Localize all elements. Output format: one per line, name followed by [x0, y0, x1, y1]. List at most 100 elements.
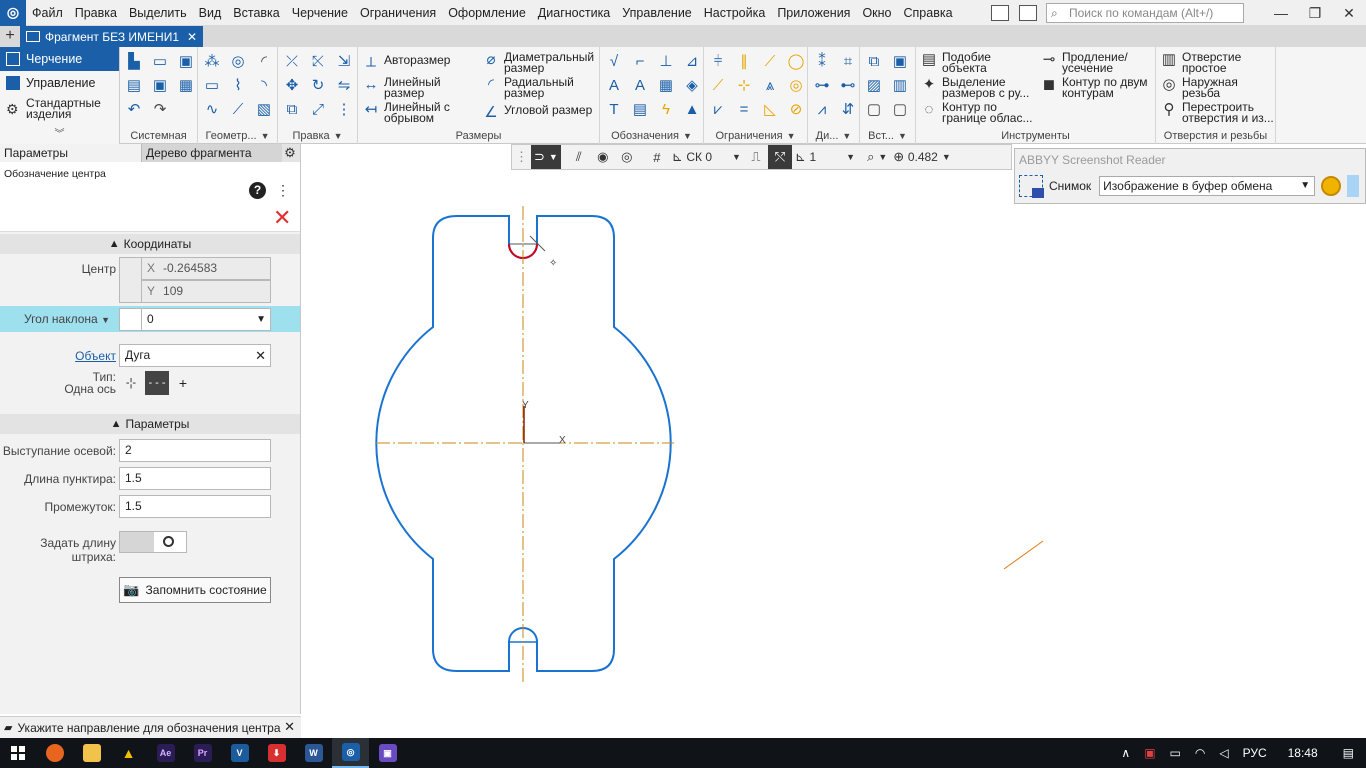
volume-icon[interactable]: ◁	[1219, 746, 1228, 760]
save-as-icon[interactable]: ▣	[150, 75, 170, 95]
view-arrow-icon[interactable]: ▲	[682, 99, 702, 119]
equal-icon[interactable]: =	[734, 99, 754, 119]
menu-help[interactable]: Справка	[898, 0, 959, 26]
taskbar-kompas[interactable]: ◎	[332, 738, 369, 768]
similar-object-button[interactable]: ▤ Подобие объекта	[920, 51, 1038, 74]
menu-diagnostics[interactable]: Диагностика	[532, 0, 616, 26]
rectangle-icon[interactable]: ▭	[202, 75, 222, 95]
mirror-icon[interactable]: ⇋	[334, 75, 354, 95]
angular-dimension-button[interactable]: ∠ Угловой размер	[482, 104, 600, 123]
layer-select[interactable]: ⊾ 1 ▼	[792, 145, 858, 169]
insert-macro-icon[interactable]: ▢	[890, 99, 910, 119]
table-icon[interactable]: ▦	[656, 75, 676, 95]
grid-icon[interactable]: ▤	[630, 99, 650, 119]
mode-manage[interactable]: Управление	[0, 71, 119, 95]
object-field[interactable]: Дуга ✕	[119, 344, 271, 367]
select-dims-button[interactable]: ✦ Выделение размеров с ру...	[920, 76, 1038, 99]
taskbar-word[interactable]: W	[295, 738, 332, 768]
menu-drawing[interactable]: Черчение	[286, 0, 354, 26]
radial-dimension-button[interactable]: ◜ Радиальный размер	[482, 76, 600, 99]
zoom-select[interactable]: ⊕ 0.482 ▼	[890, 145, 953, 169]
hatch-icon[interactable]: ▧	[254, 99, 274, 119]
object-link[interactable]: Объект	[75, 349, 116, 363]
segment-icon[interactable]: ⟋	[228, 99, 248, 119]
tray-app-icon[interactable]: ▣	[1144, 746, 1155, 760]
mode-drawing[interactable]: Черчение	[0, 47, 119, 71]
minimize-button[interactable]: —	[1264, 0, 1298, 26]
ortho-icon[interactable]: ⫽	[567, 145, 591, 169]
angle-constraint-icon[interactable]: ◺	[760, 99, 780, 119]
command-search-input[interactable]: ⌕ Поиск по командам (Alt+/)	[1046, 3, 1244, 23]
marker-icon[interactable]: ◈	[682, 75, 702, 95]
angle-pick-button[interactable]	[119, 308, 143, 331]
taskbar-screenshot[interactable]: ▣	[369, 738, 406, 768]
undo-icon[interactable]: ↶	[124, 99, 144, 119]
mass-icon[interactable]: ⊷	[838, 75, 858, 95]
area-icon[interactable]: ⌗	[838, 51, 858, 71]
gap-field[interactable]: 1.5	[119, 495, 271, 518]
split-icon[interactable]: ⤪	[308, 51, 328, 71]
perpendicular-icon[interactable]: ⟋	[708, 75, 728, 95]
settings-gear-icon[interactable]	[1321, 176, 1342, 196]
close-window-button[interactable]: ✕	[1332, 0, 1366, 26]
taskbar-download[interactable]: ⬇	[258, 738, 295, 768]
linear-dimension-button[interactable]: ↔ Линейный размер	[362, 76, 472, 99]
drawing-canvas[interactable]: X Y ✧	[302, 144, 1366, 738]
document-tab[interactable]: Фрагмент БЕЗ ИМЕНИ1 ✕	[20, 26, 204, 47]
tangent-icon[interactable]: ◯	[786, 51, 806, 71]
tab-fragment-tree[interactable]: Дерево фрагмента	[141, 144, 282, 162]
auto-dimension-button[interactable]: ⟂ Авторазмер	[362, 54, 450, 73]
point-icon[interactable]: ⁂	[202, 51, 222, 71]
taskbar-premiere[interactable]: Pr	[184, 738, 221, 768]
coincident-icon[interactable]: ⩗	[708, 99, 728, 119]
menu-edit[interactable]: Правка	[69, 0, 123, 26]
array-icon[interactable]: ⋮	[334, 99, 354, 119]
grid-toggle-icon[interactable]: #	[645, 145, 669, 169]
insert-object-icon[interactable]: ▥	[890, 75, 910, 95]
linear-break-dimension-button[interactable]: ↤ Линейный с обрывом	[362, 101, 472, 124]
collinear-icon[interactable]: ⟋	[760, 51, 780, 71]
scale-icon[interactable]: ⤢	[308, 99, 328, 119]
polyline-icon[interactable]: ⌇	[228, 75, 248, 95]
menu-file[interactable]: Файл	[26, 0, 69, 26]
leader-icon[interactable]: ⌐	[630, 51, 650, 71]
notifications-icon[interactable]: ▤	[1343, 746, 1354, 760]
dash-length-field[interactable]: 1.5	[119, 467, 271, 490]
move-icon[interactable]: ✥	[282, 75, 302, 95]
concentric-icon[interactable]: ◎	[786, 75, 806, 95]
fillet-icon[interactable]: ◝	[254, 75, 274, 95]
language-indicator[interactable]: РУС	[1243, 746, 1267, 760]
save-icon[interactable]: ▣	[176, 51, 196, 71]
coordinate-system-select[interactable]: ⊾ СК 0 ▼	[669, 145, 744, 169]
tab-parameters[interactable]: Параметры	[0, 144, 141, 162]
properties-icon[interactable]: ▦	[176, 75, 196, 95]
clear-icon[interactable]: ✕	[255, 345, 266, 366]
taskbar-vegas[interactable]: V	[221, 738, 258, 768]
snapshot-icon[interactable]	[1019, 175, 1044, 198]
layout-single-icon[interactable]	[991, 5, 1009, 21]
abbyy-mode-select[interactable]: Изображение в буфер обмена ▼	[1099, 176, 1316, 196]
menu-manage[interactable]: Управление	[616, 0, 698, 26]
section-coordinates-header[interactable]: ▲ Координаты	[0, 234, 300, 254]
zoom-window-icon[interactable]: ⌕ ▼	[864, 145, 890, 169]
snap-mode-button[interactable]: ⊃ ▼	[531, 145, 561, 169]
drawing-svg[interactable]: X Y ✧	[302, 144, 1366, 738]
flash-icon[interactable]: ϟ	[656, 99, 676, 119]
insert-image-icon[interactable]: ▨	[864, 75, 884, 95]
circle-icon[interactable]: ◎	[228, 51, 248, 71]
save-state-button[interactable]: 📷 Запомнить состояние	[119, 577, 271, 603]
diameter-dimension-button[interactable]: ⌀ Диаметральный размер	[482, 51, 600, 74]
center-y-field[interactable]: Y 109	[141, 280, 271, 303]
distance-icon[interactable]: ⊶	[812, 75, 832, 95]
menu-window[interactable]: Окно	[856, 0, 897, 26]
text-icon[interactable]: T	[604, 99, 624, 119]
simple-hole-button[interactable]: ▥ Отверстие простое	[1160, 51, 1276, 74]
datum-icon[interactable]: ⊥	[656, 51, 676, 71]
taskbar-app-triangle[interactable]: ▲	[110, 738, 147, 768]
menu-constraints[interactable]: Ограничения	[354, 0, 442, 26]
type-cross-button[interactable]: +	[171, 371, 195, 395]
wifi-icon[interactable]: ◠	[1195, 746, 1205, 760]
contour-boundary-button[interactable]: ◌ Контур по границе облас...	[920, 101, 1038, 124]
app-logo-icon[interactable]: ◎	[0, 0, 26, 26]
close-tab-icon[interactable]: ✕	[187, 30, 197, 44]
